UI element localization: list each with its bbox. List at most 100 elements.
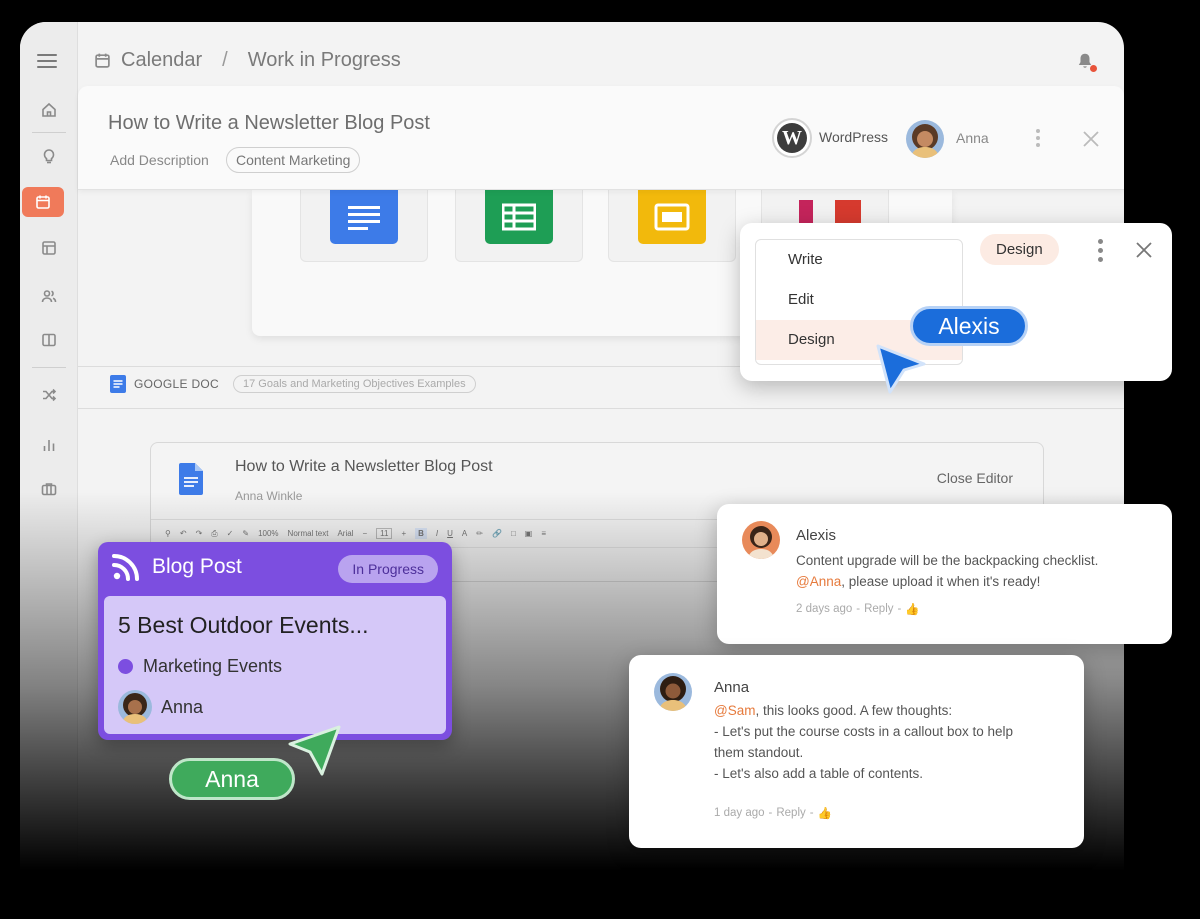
link-icon[interactable]: 🔗 (492, 529, 502, 538)
comment-line: Content upgrade will be the backpacking … (796, 553, 1099, 568)
add-description-link[interactable]: Add Description (110, 152, 209, 168)
google-slides-attachment[interactable] (608, 190, 736, 262)
redo-icon[interactable]: ↷ (196, 529, 203, 538)
role-dropdown: Write Edit Design (755, 239, 963, 365)
more-options-icon[interactable] (1098, 239, 1104, 266)
editor-doc-author: Anna Winkle (235, 489, 303, 503)
layout-icon[interactable] (33, 233, 65, 263)
rss-icon (112, 554, 139, 581)
status-badge[interactable]: In Progress (338, 555, 438, 583)
thumbs-up-icon[interactable]: 👍 (905, 602, 919, 616)
underline-icon[interactable]: U (447, 529, 453, 538)
role-badge[interactable]: Design (980, 234, 1059, 265)
assignee-name[interactable]: Anna (956, 130, 989, 146)
linked-doc-pill[interactable]: 17 Goals and Marketing Objectives Exampl… (233, 375, 476, 393)
blog-card-body: 5 Best Outdoor Events... Marketing Event… (104, 596, 446, 734)
search-icon[interactable]: ⚲ (165, 529, 171, 538)
comment-icon[interactable]: □ (511, 529, 516, 538)
italic-icon[interactable]: I (436, 529, 438, 538)
comment-text: Content upgrade will be the backpacking … (796, 550, 1098, 592)
blog-post-title[interactable]: 5 Best Outdoor Events... (118, 612, 369, 639)
calendar-icon[interactable] (22, 187, 64, 217)
google-slides-icon (638, 190, 706, 244)
google-sheet-attachment[interactable] (455, 190, 583, 262)
image-icon[interactable]: ▣ (525, 529, 533, 538)
task-title[interactable]: How to Write a Newsletter Blog Post (108, 112, 430, 135)
style-select[interactable]: Normal text (288, 529, 329, 538)
sidebar-divider (32, 132, 66, 133)
comment-time: 1 day ago (714, 807, 765, 819)
lightbulb-icon[interactable] (33, 141, 65, 171)
blog-category: Marketing Events (118, 656, 282, 677)
align-icon[interactable]: ≡ (541, 529, 546, 538)
avatar (118, 690, 152, 724)
print-icon[interactable]: ⎙ (211, 529, 217, 539)
comment-meta: 1 day ago - Reply - 👍 (714, 806, 832, 820)
close-icon[interactable] (1134, 240, 1154, 260)
reply-link[interactable]: Reply (864, 603, 893, 615)
google-docs-file-icon (179, 463, 203, 495)
font-size-decrease-icon[interactable]: − (362, 529, 367, 538)
paint-format-icon[interactable]: ✎ (242, 529, 249, 538)
home-icon[interactable] (33, 95, 65, 125)
text-color-icon[interactable]: A (462, 529, 467, 538)
mention-link[interactable]: @Sam (714, 703, 755, 718)
assignee-name: Anna (161, 696, 204, 717)
meta-separator: - (856, 603, 861, 615)
comment-line: them standout. (714, 745, 804, 760)
font-size-increase-icon[interactable]: + (401, 529, 406, 538)
comment-meta: 2 days ago - Reply - 👍 (796, 602, 920, 616)
bold-icon[interactable]: B (415, 528, 427, 539)
platform-label[interactable]: WordPress (819, 129, 888, 145)
avatar (742, 521, 780, 559)
zoom-select[interactable]: 100% (258, 529, 278, 538)
comment-card: Alexis Content upgrade will be the backp… (717, 504, 1172, 644)
users-icon[interactable] (33, 281, 65, 311)
comment-author: Alexis (796, 527, 837, 544)
comment-line-rest: , please upload it when it's ready! (841, 574, 1041, 589)
content-tag[interactable]: Content Marketing (226, 147, 361, 173)
google-doc-attachment[interactable] (300, 190, 428, 262)
google-docs-small-icon (110, 375, 126, 393)
sidebar (20, 22, 78, 919)
category-dot (118, 659, 133, 674)
notifications-bell-icon[interactable] (1076, 52, 1097, 74)
reply-link[interactable]: Reply (776, 807, 805, 819)
google-docs-icon (330, 190, 398, 244)
alexis-cursor-icon (876, 344, 926, 394)
close-editor-button[interactable]: Close Editor (937, 470, 1013, 486)
hamburger-menu-icon[interactable] (37, 54, 57, 68)
shuffle-icon[interactable] (33, 380, 65, 410)
alexis-cursor-label: Alexis (910, 306, 1028, 346)
highlight-icon[interactable]: ✏ (476, 529, 483, 538)
comment-line: - Let's put the course costs in a callou… (714, 724, 1013, 739)
close-icon[interactable] (1082, 130, 1100, 148)
comment-time: 2 days ago (796, 603, 853, 615)
spellcheck-icon[interactable]: ✓ (227, 529, 234, 538)
blog-card-header: Blog Post (112, 553, 242, 581)
font-select[interactable]: Arial (337, 529, 353, 538)
breadcrumb-section[interactable]: Calendar (121, 49, 202, 72)
more-options-icon[interactable] (1036, 129, 1042, 149)
notification-dot (1090, 65, 1097, 72)
anna-cursor-icon (288, 725, 341, 776)
doc-type-label: GOOGLE DOC (134, 377, 220, 391)
briefcase-icon[interactable] (33, 474, 65, 504)
category-label: Marketing Events (143, 656, 283, 676)
blog-card-type: Blog Post (152, 555, 242, 578)
divider (78, 408, 1124, 409)
avatar[interactable] (906, 120, 944, 158)
role-option-write[interactable]: Write (756, 240, 962, 280)
font-size-input[interactable]: 11 (376, 528, 393, 539)
undo-icon[interactable]: ↶ (180, 529, 187, 538)
mention-link[interactable]: @Anna (796, 574, 841, 589)
blog-post-card[interactable]: Blog Post In Progress 5 Best Outdoor Eve… (98, 542, 452, 740)
thumbs-up-icon[interactable]: 👍 (818, 806, 832, 820)
sidebar-divider (32, 367, 66, 368)
breadcrumb-page[interactable]: Work in Progress (248, 49, 401, 72)
editor-doc-title[interactable]: How to Write a Newsletter Blog Post (235, 458, 493, 476)
comment-author: Anna (714, 679, 750, 696)
book-icon[interactable] (33, 325, 65, 355)
bar-chart-icon[interactable] (33, 430, 65, 460)
meta-separator: - (809, 807, 814, 819)
